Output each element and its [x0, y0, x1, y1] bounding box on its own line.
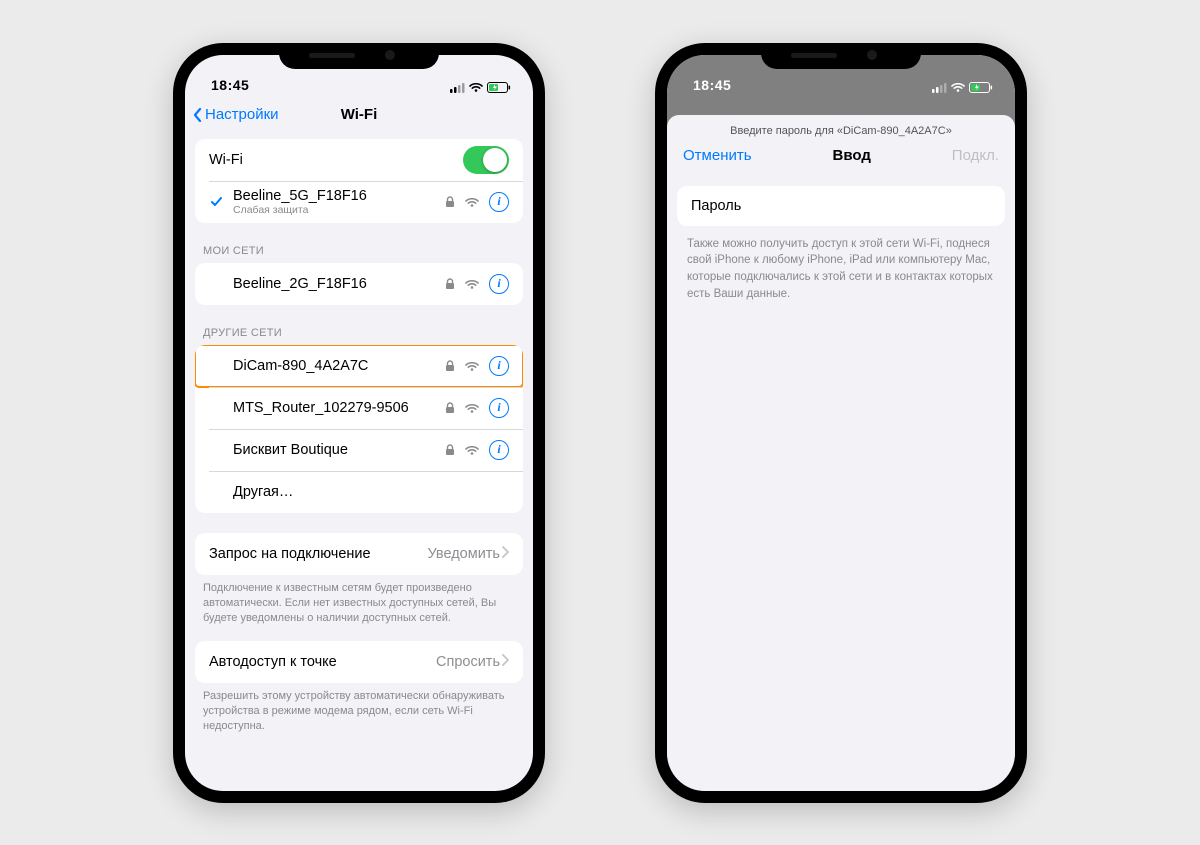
network-row[interactable]: Beeline_2G_F18F16 i: [195, 263, 523, 305]
info-icon[interactable]: i: [489, 192, 509, 212]
auto-label: Автодоступ к точке: [209, 654, 436, 670]
wifi-toggle-label: Wi-Fi: [209, 152, 463, 168]
connected-name: Beeline_5G_F18F16: [233, 188, 367, 204]
sheet-title: Ввод: [833, 147, 871, 164]
phone-right: 18:45 Введите пароль для «DiCam-890_4A2A…: [655, 43, 1027, 803]
lock-icon: [445, 196, 455, 208]
wifi-status-icon: [951, 82, 965, 92]
network-name: Бисквит Boutique: [233, 442, 445, 458]
network-row[interactable]: Бисквит Boutique i: [195, 429, 523, 471]
page-title: Wi-Fi: [341, 106, 378, 123]
password-hint: Также можно получить доступ к этой сети …: [667, 226, 1015, 313]
phone-left: 18:45 Настройки Wi-Fi Wi-Fi: [173, 43, 545, 803]
wifi-icon: [465, 279, 479, 289]
check-icon: [209, 197, 223, 206]
other-network-row[interactable]: Другая…: [195, 471, 523, 513]
connected-network-row[interactable]: Beeline_5G_F18F16 Слабая защита i: [195, 181, 523, 223]
signal-icon: [932, 82, 947, 93]
wifi-icon: [465, 403, 479, 413]
network-row-dicam[interactable]: DiCam-890_4A2A7C i: [195, 345, 523, 387]
password-field[interactable]: Пароль: [677, 186, 1005, 226]
info-icon[interactable]: i: [489, 274, 509, 294]
password-sheet: Введите пароль для «DiCam-890_4A2A7C» От…: [667, 115, 1015, 791]
network-row[interactable]: MTS_Router_102279-9506 i: [195, 387, 523, 429]
other-networks-header: ДРУГИЕ СЕТИ: [185, 313, 533, 345]
ask-label: Запрос на подключение: [209, 546, 428, 562]
auto-footer: Разрешить этому устройству автоматически…: [185, 683, 533, 739]
ask-footer: Подключение к известным сетям будет прои…: [185, 575, 533, 631]
network-name: Beeline_2G_F18F16: [233, 276, 445, 292]
connected-sub: Слабая защита: [233, 204, 367, 216]
nav-bar: Настройки Wi-Fi: [185, 95, 533, 135]
auto-value: Спросить: [436, 654, 500, 670]
lock-icon: [445, 360, 455, 372]
ask-to-join-row[interactable]: Запрос на подключение Уведомить: [195, 533, 523, 575]
info-icon[interactable]: i: [489, 356, 509, 376]
password-label: Пароль: [691, 198, 741, 214]
lock-icon: [445, 444, 455, 456]
back-button[interactable]: Настройки: [193, 106, 279, 123]
status-time: 18:45: [211, 77, 249, 93]
info-icon[interactable]: i: [489, 398, 509, 418]
wifi-status-icon: [469, 82, 483, 92]
network-name: MTS_Router_102279-9506: [233, 400, 445, 416]
network-name: DiCam-890_4A2A7C: [233, 358, 445, 374]
wifi-toggle[interactable]: [463, 146, 509, 174]
chevron-left-icon: [193, 108, 203, 122]
notch: [279, 43, 439, 69]
connect-button[interactable]: Подкл.: [952, 147, 999, 164]
auto-hotspot-row[interactable]: Автодоступ к точке Спросить: [195, 641, 523, 683]
my-networks-header: МОИ СЕТИ: [185, 231, 533, 263]
battery-icon: [969, 82, 993, 93]
lock-icon: [445, 278, 455, 290]
chevron-right-icon: [502, 546, 509, 562]
wifi-icon: [465, 445, 479, 455]
wifi-icon: [465, 197, 479, 207]
chevron-right-icon: [502, 654, 509, 670]
wifi-toggle-row[interactable]: Wi-Fi: [195, 139, 523, 181]
back-label: Настройки: [205, 106, 279, 123]
lock-icon: [445, 402, 455, 414]
sheet-subtitle: Введите пароль для «DiCam-890_4A2A7C»: [667, 115, 1015, 141]
battery-icon: [487, 82, 511, 93]
wifi-icon: [465, 361, 479, 371]
cancel-button[interactable]: Отменить: [683, 147, 752, 164]
ask-value: Уведомить: [428, 546, 500, 562]
info-icon[interactable]: i: [489, 440, 509, 460]
signal-icon: [450, 82, 465, 93]
status-time: 18:45: [693, 77, 731, 93]
other-label: Другая…: [233, 484, 509, 500]
notch: [761, 43, 921, 69]
